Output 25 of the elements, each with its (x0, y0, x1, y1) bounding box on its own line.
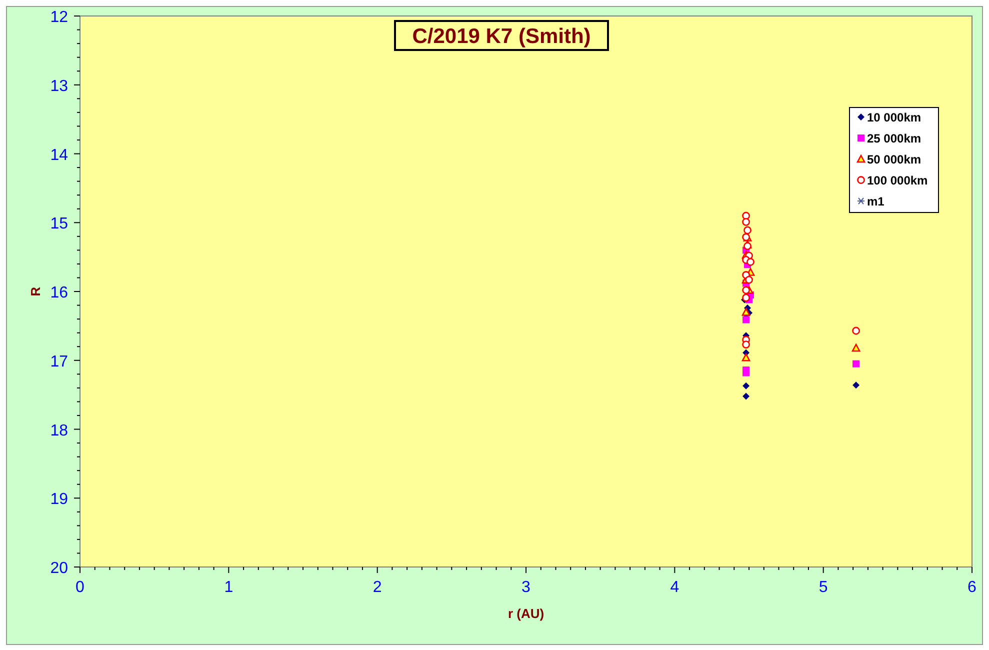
tick-label: 18 (50, 422, 68, 440)
tick-label: 20 (50, 560, 68, 577)
legend-label: 25 000km (867, 132, 922, 146)
chart-title: C/2019 K7 (Smith) (412, 25, 591, 48)
legend-label: 100 000km (867, 174, 928, 188)
tick-label: 1 (224, 579, 234, 596)
tick-label: 6 (968, 579, 976, 596)
tick-label: 12 (50, 9, 68, 26)
legend-label: m1 (867, 194, 884, 208)
tick-label: 14 (50, 146, 68, 164)
axis-title: R (28, 286, 43, 296)
tick-label: 13 (50, 78, 68, 95)
tick-label: 3 (522, 579, 530, 596)
legend-label: 10 000km (867, 110, 922, 124)
tick-label: 16 (50, 284, 68, 302)
tick-label: 2 (372, 579, 382, 596)
tick-label: 0 (76, 579, 84, 596)
tick-label: 5 (818, 579, 828, 596)
chart-title: C/2019 K7 (Smith) (394, 20, 609, 51)
tick-label: 17 (50, 353, 68, 370)
tick-label: 4 (670, 579, 680, 596)
tick-label: 19 (50, 491, 68, 508)
axis-title: r (AU) (508, 606, 544, 621)
legend-label: 50 000km (867, 152, 922, 166)
tick-label: 15 (50, 216, 68, 233)
